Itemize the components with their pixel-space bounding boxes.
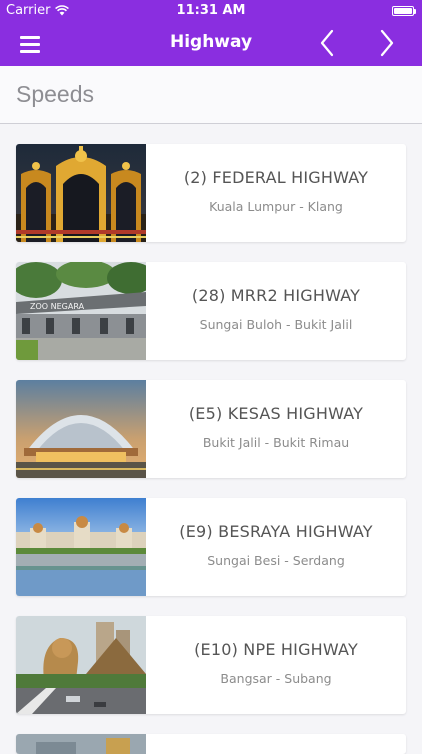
navigation-bar: Highway — [0, 22, 422, 66]
svg-text:ZOO NEGARA: ZOO NEGARA — [30, 302, 85, 311]
highway-card[interactable]: (E5) KESAS HIGHWAY Bukit Jalil - Bukit R… — [16, 380, 406, 478]
highway-photo — [16, 498, 146, 596]
page-title: Highway — [169, 32, 253, 52]
highway-card[interactable]: (E9) BESRAYA HIGHWAY Sungai Besi - Serda… — [16, 498, 406, 596]
highway-card[interactable]: (E10) NPE HIGHWAY Bangsar - Subang — [16, 616, 406, 714]
battery-icon — [392, 6, 416, 16]
highway-route: Kuala Lumpur - Klang — [209, 199, 343, 214]
highway-title: (28) MRR2 HIGHWAY — [191, 286, 361, 305]
section-header: Speeds — [0, 66, 422, 124]
highway-title: (2) FEDERAL HIGHWAY — [183, 168, 369, 187]
highway-title: (E9) BESRAYA HIGHWAY — [179, 522, 373, 541]
highway-route: Bukit Jalil - Bukit Rimau — [202, 435, 350, 450]
highway-card[interactable]: (2) FEDERAL HIGHWAY Kuala Lumpur - Klang — [16, 144, 406, 242]
highway-title: (E10) NPE HIGHWAY — [194, 640, 358, 659]
highway-card[interactable]: ZOO NEGARA (28) MRR2 HIGHWAY Sungai Bulo… — [16, 262, 406, 360]
highway-route: Sungai Buloh - Bukit Jalil — [199, 317, 353, 332]
highway-photo — [16, 380, 146, 478]
highway-route: Bangsar - Subang — [220, 671, 332, 686]
highway-photo — [16, 734, 146, 754]
highway-card-partial[interactable] — [16, 734, 406, 754]
highway-route: Sungai Besi - Serdang — [207, 553, 345, 568]
highway-list[interactable]: (2) FEDERAL HIGHWAY Kuala Lumpur - Klang… — [16, 144, 406, 754]
highway-photo — [16, 144, 146, 242]
clock: 11:31 AM — [176, 3, 246, 18]
highway-photo: ZOO NEGARA — [16, 262, 146, 360]
highway-photo — [16, 616, 146, 714]
chevron-right-icon[interactable] — [372, 28, 402, 58]
section-header-label: Speeds — [16, 81, 95, 107]
top-bar: Carrier 11:31 AM Highway — [0, 0, 422, 66]
status-bar: Carrier 11:31 AM — [0, 0, 422, 22]
chevron-left-icon[interactable] — [313, 28, 343, 58]
highway-title: (E5) KESAS HIGHWAY — [188, 404, 364, 423]
